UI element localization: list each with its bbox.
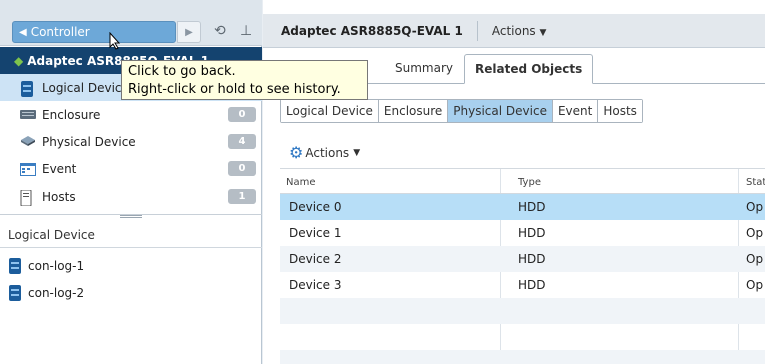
list-item-con-log-2[interactable]: con-log-2 — [0, 280, 262, 306]
back-button-tooltip: Click to go back. Right-click or hold to… — [121, 60, 368, 100]
nav-item-label: Event — [42, 161, 77, 176]
empty-row — [280, 350, 765, 364]
cell-name: Device 1 — [289, 226, 342, 240]
history-icon[interactable]: ⟲ — [214, 23, 226, 39]
controller-icon: ◆ — [14, 53, 24, 68]
cell-type: HDD — [518, 278, 546, 292]
table-row[interactable]: Device 2 HDD Op — [280, 246, 765, 272]
event-calendar-icon — [20, 162, 36, 176]
cell-name: Device 3 — [289, 278, 342, 292]
mouse-cursor-icon — [109, 31, 121, 53]
back-button[interactable]: ◀ Controller — [12, 21, 176, 43]
subtab-enclosure[interactable]: Enclosure — [378, 100, 449, 122]
enclosure-icon — [20, 108, 36, 122]
nav-item-label: Hosts — [42, 189, 76, 204]
actions-menu[interactable]: Actions ▼ — [478, 24, 547, 38]
physical-device-table: Name Type Stat Device 0 HDD Op Device 1 … — [280, 168, 765, 364]
nav-item-hosts[interactable]: Hosts 1 — [0, 183, 262, 210]
count-badge: 4 — [228, 134, 256, 149]
cell-type: HDD — [518, 200, 546, 214]
subtab-event[interactable]: Event — [552, 100, 599, 122]
nav-item-label: Physical Device — [42, 134, 136, 149]
nav-item-physical-device[interactable]: Physical Device 4 — [0, 128, 262, 155]
count-badge: 1 — [228, 189, 256, 204]
actions-label: Actions — [305, 145, 350, 160]
actions-label: Actions — [491, 23, 536, 38]
tab-related-objects[interactable]: Related Objects — [464, 54, 594, 84]
cell-status: Op — [746, 252, 764, 266]
logical-device-icon — [20, 80, 36, 97]
subtab-logical-device[interactable]: Logical Device — [281, 100, 379, 122]
forward-arrow-icon: ▶ — [185, 26, 193, 38]
empty-row — [280, 298, 765, 324]
object-title-bar: Adaptec ASR8885Q-EVAL 1 Actions ▼ — [263, 14, 765, 48]
table-row[interactable]: Device 1 HDD Op — [280, 220, 765, 246]
back-button-label: Controller — [30, 25, 90, 39]
nav-item-event[interactable]: Event 0 — [0, 155, 262, 182]
forward-button[interactable]: ▶ — [177, 21, 201, 43]
cell-status: Op — [746, 200, 764, 214]
cell-status: Op — [746, 278, 764, 292]
cell-type: HDD — [518, 252, 546, 266]
chevron-down-icon: ▼ — [539, 27, 547, 38]
column-header-name[interactable]: Name — [286, 177, 316, 188]
nav-item-label: Enclosure — [42, 107, 101, 122]
pin-icon[interactable]: ⊥ — [240, 23, 252, 39]
list-item-con-log-1[interactable]: con-log-1 — [0, 253, 262, 279]
table-header: Name Type Stat — [280, 168, 765, 194]
subtab-physical-device[interactable]: Physical Device — [448, 100, 553, 122]
actions-button[interactable]: ⚙ Actions ▼ — [289, 143, 360, 162]
host-icon — [20, 189, 36, 206]
count-badge: 0 — [228, 107, 256, 122]
page-title: Adaptec ASR8885Q-EVAL 1 — [263, 20, 478, 41]
subtab-hosts[interactable]: Hosts — [598, 100, 642, 122]
nav-item-label: Logical Device — [42, 80, 129, 95]
left-navigator: ◀ Controller ▶ ⟲ ⊥ ◆ Adaptec ASR8885Q-EV… — [0, 0, 262, 364]
cell-name: Device 0 — [289, 200, 342, 214]
count-badge: 0 — [228, 161, 256, 176]
logical-device-icon — [8, 285, 22, 301]
back-arrow-icon: ◀ — [19, 26, 27, 38]
content-pane: Adaptec ASR8885Q-EVAL 1 Actions ▼ d Summ… — [263, 0, 765, 364]
related-objects-subtabs: Logical Device Enclosure Physical Device… — [280, 99, 643, 123]
physical-device-icon — [20, 135, 36, 149]
logical-device-section-header: Logical Device — [0, 222, 262, 248]
table-row[interactable]: Device 0 HDD Op — [280, 194, 765, 220]
list-item-label: con-log-1 — [28, 259, 85, 273]
logical-device-icon — [8, 258, 22, 274]
column-header-status[interactable]: Stat — [746, 177, 765, 188]
empty-row — [280, 324, 765, 350]
tooltip-line-1: Click to go back. — [128, 64, 236, 79]
list-item-label: con-log-2 — [28, 286, 85, 300]
gear-icon: ⚙ — [289, 143, 304, 162]
table-row[interactable]: Device 3 HDD Op — [280, 272, 765, 298]
tooltip-line-2: Right-click or hold to see history. — [128, 82, 341, 97]
tab-summary[interactable]: Summary — [385, 54, 463, 84]
column-header-type[interactable]: Type — [518, 177, 541, 188]
navigator-toolbar: ◀ Controller ▶ ⟲ ⊥ — [0, 0, 262, 46]
cell-name: Device 2 — [289, 252, 342, 266]
pane-splitter[interactable] — [0, 214, 262, 218]
cell-status: Op — [746, 226, 764, 240]
cell-type: HDD — [518, 226, 546, 240]
nav-item-enclosure[interactable]: Enclosure 0 — [0, 101, 262, 128]
chevron-down-icon: ▼ — [353, 147, 361, 158]
splitter-grip-icon[interactable] — [120, 215, 142, 218]
